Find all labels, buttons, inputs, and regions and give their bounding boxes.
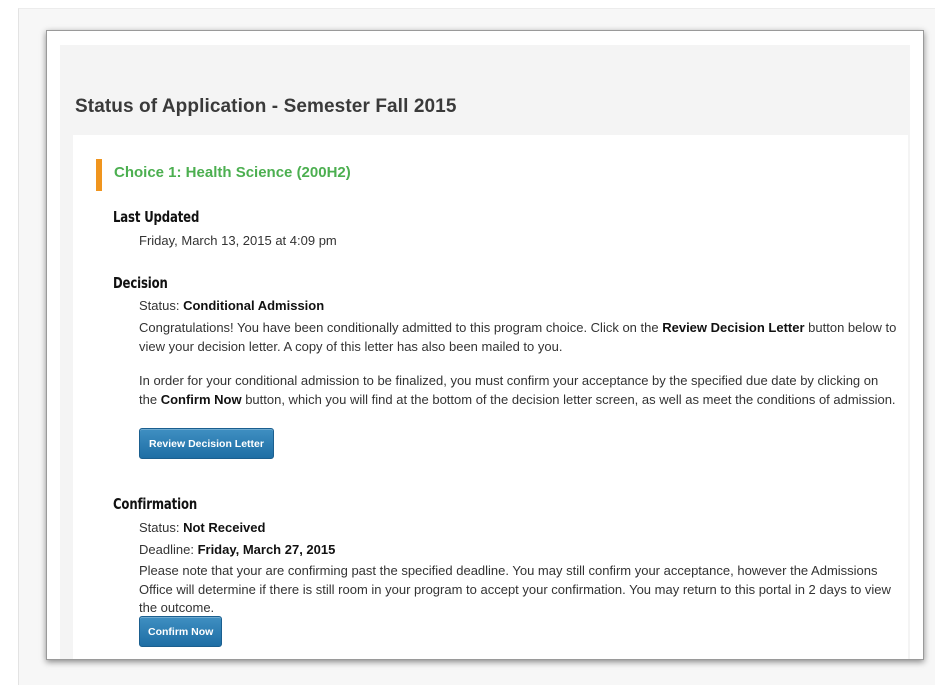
- review-decision-letter-button[interactable]: Review Decision Letter: [139, 428, 274, 459]
- page-area: Status of Application - Semester Fall 20…: [60, 45, 910, 659]
- decision-p2-text-after: button, which you will find at the botto…: [241, 391, 896, 407]
- confirmation-deadline-value: Friday, March 27, 2015: [197, 542, 336, 557]
- confirmation-deadline-label: Deadline:: [139, 542, 194, 557]
- choice-accent-bar: [96, 159, 102, 191]
- decision-status: Status: Conditional Admission: [139, 297, 324, 316]
- confirmation-status-value: Not Received: [183, 520, 266, 535]
- confirmation-heading: Confirmation: [113, 495, 198, 513]
- confirmation-note: Please note that your are confirming pas…: [139, 563, 891, 615]
- decision-p2-bold: Confirm Now: [160, 391, 242, 407]
- last-updated-value: Friday, March 13, 2015 at 4:09 pm: [139, 233, 337, 248]
- confirmation-status: Status: Not Received: [139, 519, 265, 538]
- decision-status-value: Conditional Admission: [183, 298, 325, 313]
- last-updated-heading: Last Updated: [113, 208, 200, 226]
- decision-p1-bold: Review Decision Letter: [662, 320, 805, 335]
- confirmation-status-label: Status:: [139, 520, 180, 535]
- choice-title: Choice 1: Health Science (200H2): [114, 164, 351, 181]
- application-status-panel: Choice 1: Health Science (200H2) Last Up…: [73, 135, 908, 659]
- decision-status-label: Status:: [139, 298, 180, 313]
- decision-p1-text-before: Congratulations! You have been condition…: [139, 320, 663, 335]
- confirm-now-button[interactable]: Confirm Now: [139, 616, 223, 647]
- decision-paragraph-2: In order for your conditional admission …: [139, 372, 899, 409]
- confirmation-deadline: Deadline: Friday, March 27, 2015: [139, 541, 335, 560]
- page-title: Status of Application - Semester Fall 20…: [75, 96, 457, 117]
- decision-paragraph-1: Congratulations! You have been condition…: [139, 319, 899, 356]
- decision-heading: Decision: [113, 274, 168, 292]
- portal-window: Status of Application - Semester Fall 20…: [46, 30, 924, 660]
